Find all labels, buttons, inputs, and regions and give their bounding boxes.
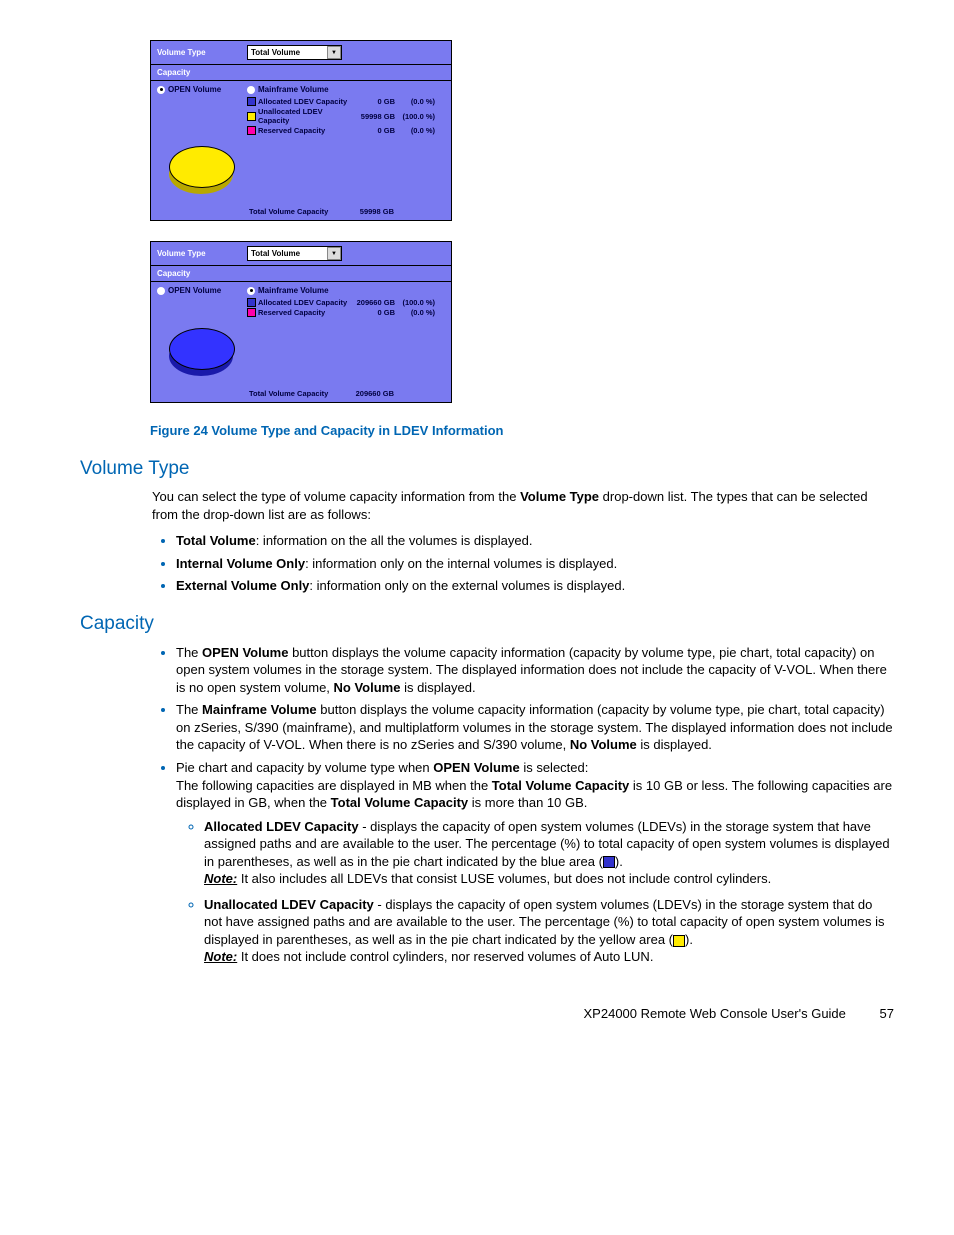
legend-pct: (0.0 %) <box>395 308 435 317</box>
legend-value: 0 GB <box>350 126 395 135</box>
yellow-swatch-icon <box>673 935 685 947</box>
page-footer: XP24000 Remote Web Console User's Guide … <box>80 1006 894 1021</box>
volume-type-row: Volume Type Total Volume ▼ <box>151 41 451 65</box>
select-value: Total Volume <box>251 48 300 57</box>
list-item: External Volume Only: information only o… <box>176 576 894 595</box>
color-swatch-icon <box>247 308 256 317</box>
legend-row: Unallocated LDEV Capacity59998 GB(100.0 … <box>247 107 445 125</box>
legend-label: Allocated LDEV Capacity <box>258 298 350 307</box>
list-item: The OPEN Volume button displays the volu… <box>176 643 894 697</box>
total-value: 209660 GB <box>349 389 394 398</box>
capacity-label: Capacity <box>151 65 451 81</box>
legend-label: Allocated LDEV Capacity <box>258 97 350 106</box>
legend-label: Reserved Capacity <box>258 308 350 317</box>
volume-type-label: Volume Type <box>157 249 247 258</box>
radio-icon <box>247 287 255 295</box>
legend-row: Reserved Capacity0 GB(0.0 %) <box>247 308 445 317</box>
legend-row: Allocated LDEV Capacity209660 GB(100.0 %… <box>247 298 445 307</box>
legend-value: 0 GB <box>350 97 395 106</box>
legend-row: Allocated LDEV Capacity0 GB(0.0 %) <box>247 97 445 106</box>
list-item: Total Volume: information on the all the… <box>176 531 894 550</box>
volume-type-label: Volume Type <box>157 48 247 57</box>
chevron-down-icon[interactable]: ▼ <box>327 247 341 260</box>
radio-open-volume[interactable]: OPEN Volume <box>157 286 247 295</box>
total-row: Total Volume Capacity 59998 GB <box>151 203 451 220</box>
radio-icon <box>247 86 255 94</box>
legend-pct: (0.0 %) <box>395 126 435 135</box>
radio-mainframe-volume[interactable]: Mainframe Volume <box>247 85 445 94</box>
legend-row: Reserved Capacity0 GB(0.0 %) <box>247 126 445 135</box>
radio-open-volume[interactable]: OPEN Volume <box>157 85 247 94</box>
legend-label: Reserved Capacity <box>258 126 350 135</box>
body-text: You can select the type of volume capaci… <box>152 488 894 523</box>
legend-value: 0 GB <box>350 308 395 317</box>
legend-value: 59998 GB <box>350 112 395 121</box>
total-label: Total Volume Capacity <box>249 207 349 216</box>
color-swatch-icon <box>247 126 256 135</box>
volume-type-list: Total Volume: information on the all the… <box>152 531 894 595</box>
volume-type-select[interactable]: Total Volume ▼ <box>247 45 342 60</box>
page-number: 57 <box>880 1006 894 1021</box>
list-item: Allocated LDEV Capacity - displays the c… <box>204 818 894 888</box>
chevron-down-icon[interactable]: ▼ <box>327 46 341 59</box>
color-swatch-icon <box>247 97 256 106</box>
total-value: 59998 GB <box>349 207 394 216</box>
heading-volume-type: Volume Type <box>80 458 894 480</box>
capacity-list: The OPEN Volume button displays the volu… <box>152 643 894 966</box>
list-item: Pie chart and capacity by volume type wh… <box>176 758 894 966</box>
legend-pct: (100.0 %) <box>395 298 435 307</box>
color-swatch-icon <box>247 112 256 121</box>
blue-swatch-icon <box>603 856 615 868</box>
volume-type-select[interactable]: Total Volume ▼ <box>247 246 342 261</box>
volume-type-row: Volume Type Total Volume ▼ <box>151 242 451 266</box>
capacity-panel-open: Volume Type Total Volume ▼ Capacity OPEN… <box>150 40 452 221</box>
legend-value: 209660 GB <box>350 298 395 307</box>
legend-pct: (100.0 %) <box>395 112 435 121</box>
legend-pct: (0.0 %) <box>395 97 435 106</box>
list-item: Unallocated LDEV Capacity - displays the… <box>204 896 894 966</box>
heading-capacity: Capacity <box>80 613 894 635</box>
figure-caption: Figure 24 Volume Type and Capacity in LD… <box>150 423 894 438</box>
select-value: Total Volume <box>251 249 300 258</box>
footer-title: XP24000 Remote Web Console User's Guide <box>584 1006 846 1021</box>
color-swatch-icon <box>247 298 256 307</box>
total-label: Total Volume Capacity <box>249 389 349 398</box>
capacity-label: Capacity <box>151 266 451 282</box>
list-item: The Mainframe Volume button displays the… <box>176 700 894 754</box>
capacity-panel-mainframe: Volume Type Total Volume ▼ Capacity OPEN… <box>150 241 452 403</box>
radio-mainframe-volume[interactable]: Mainframe Volume <box>247 286 445 295</box>
radio-icon <box>157 86 165 94</box>
pie-chart <box>167 324 235 379</box>
pie-chart <box>167 142 235 197</box>
radio-icon <box>157 287 165 295</box>
legend-label: Unallocated LDEV Capacity <box>258 107 350 125</box>
total-row: Total Volume Capacity 209660 GB <box>151 385 451 402</box>
list-item: Internal Volume Only: information only o… <box>176 554 894 573</box>
